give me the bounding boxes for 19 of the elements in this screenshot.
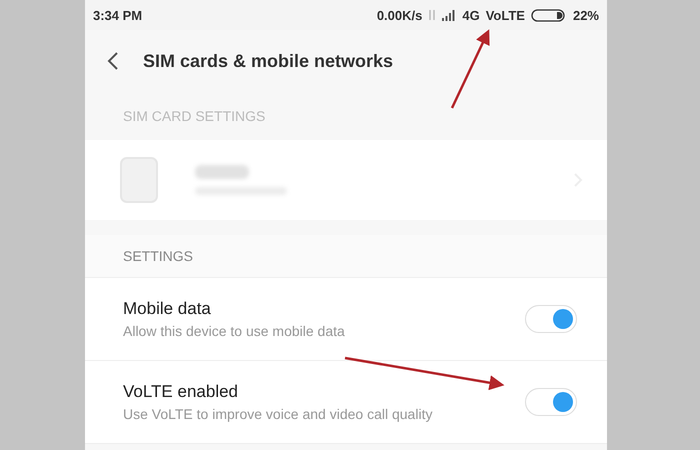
setting-description: Allow this device to use mobile data [123,323,346,339]
signal-icon [442,10,456,20]
network-type: 4G [462,8,480,22]
sim-card-icon [119,156,159,204]
battery-icon [530,8,567,22]
section-heading: SIM CARD SETTINGS [122,107,266,126]
data-arrows-icon [428,9,436,21]
setting-title: VoLTE enabled [123,382,239,402]
back-icon[interactable] [107,51,119,71]
volte-indicator: VoLTE [486,8,525,22]
setting-description: Use VoLTE to improve voice and video call quality [123,406,434,422]
network-speed: 0.00K/s [376,8,422,22]
toggle-switch[interactable] [525,305,577,333]
status-time: 3:34 PM [93,8,142,22]
page-title: SIM cards & mobile networks [143,50,394,72]
battery-level: 22% [572,8,599,22]
blurred-sim-name [195,165,249,179]
setting-title: Mobile data [123,299,212,319]
toggle-switch[interactable] [525,388,577,416]
